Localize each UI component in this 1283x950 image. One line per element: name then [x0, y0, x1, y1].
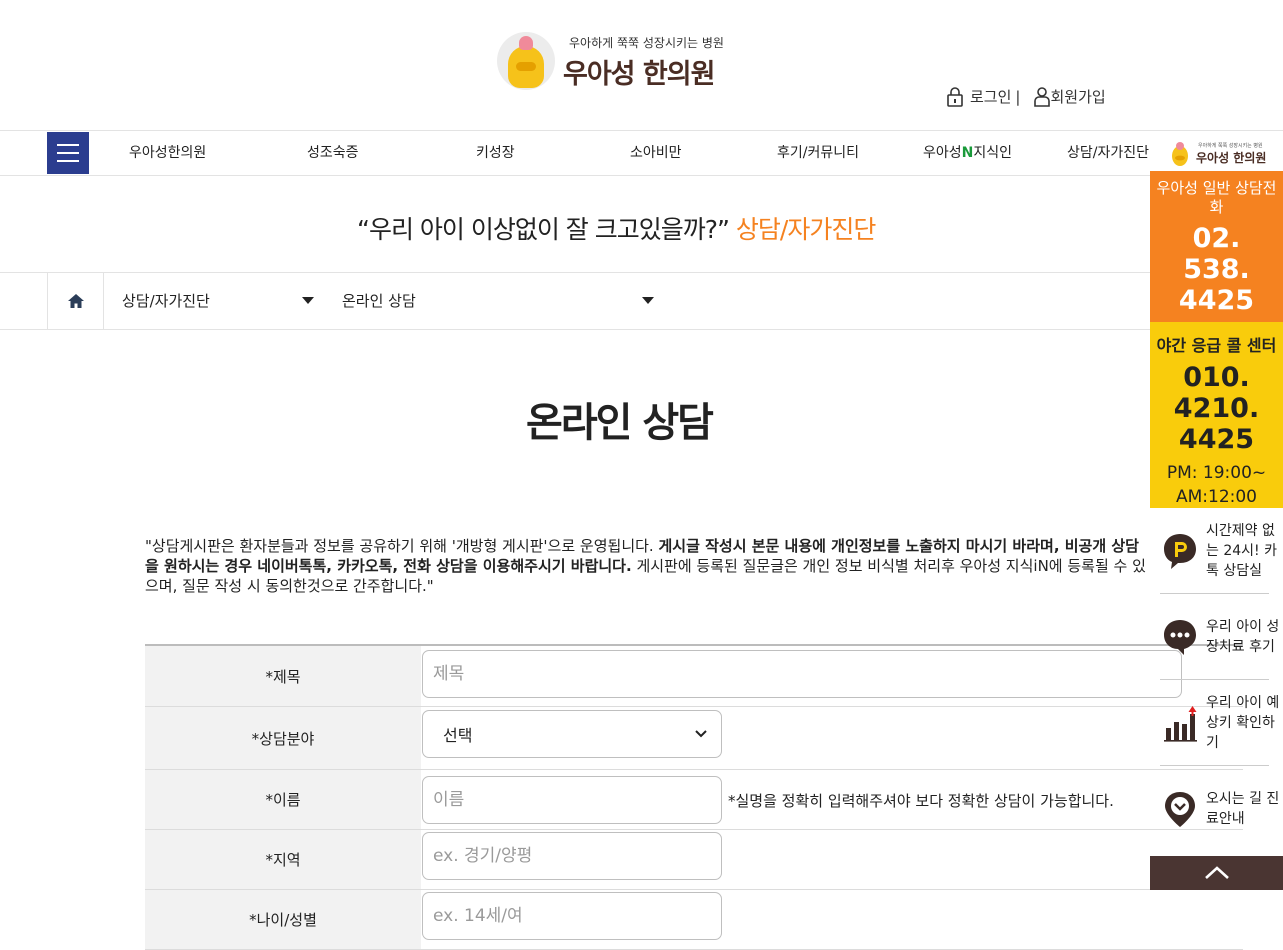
main-nav: 우아성한의원 성조숙증 키성장 소아비만 후기/커뮤니티 우아성N지식인 상담/…	[0, 131, 1283, 176]
night-hours: PM: 19:00~ AM:12:00	[1166, 463, 1267, 507]
location-pin-icon	[1165, 792, 1195, 827]
nav-item-reviews-community[interactable]: 후기/커뮤니티	[777, 131, 859, 175]
mini-logo-name: 우아성 한의원	[1196, 151, 1267, 165]
breadcrumb-level2-label: 온라인 상담	[342, 292, 416, 310]
side-item-kakao-consult[interactable]: 시간제약 없는 24시! 카톡 상담실	[1160, 508, 1277, 594]
signup-label: 회원가입	[1050, 88, 1106, 106]
speech-bubble-icon	[1164, 620, 1196, 655]
breadcrumb-level1-label: 상담/자가진단	[122, 292, 210, 310]
signup-link[interactable]: 회원가입	[1034, 86, 1106, 107]
age-gender-input[interactable]	[422, 892, 722, 940]
title-input[interactable]	[422, 650, 1182, 698]
banner-highlight: 상담/자가진단	[735, 215, 876, 244]
chevron-down-icon	[302, 297, 314, 304]
brand-logo[interactable]: 우아하게 쭉쭉 성장시키는 병원 우아성 한의원	[497, 30, 747, 94]
page-title: 온라인 상담	[526, 400, 714, 446]
form-row-region: *지역	[145, 830, 1243, 890]
side-item-growth-reviews[interactable]: 우리 아이 성장치료 후기	[1160, 594, 1279, 680]
board-notice: "상담게시판은 환자분들과 정보를 공유하기 위해 '개방형 게시판'으로 운영…	[145, 537, 1146, 595]
kakao-talk-icon	[1164, 534, 1196, 569]
nav-item-consult-selfcheck[interactable]: 상담/자가진단	[1067, 131, 1155, 175]
title-label: *제목	[145, 646, 421, 706]
scroll-top-button[interactable]	[1150, 856, 1283, 890]
night-phone: 010. 4210. 4425	[1173, 362, 1260, 455]
brand-name: 우아성 한의원	[563, 59, 715, 90]
lock-icon	[947, 86, 963, 107]
region-input[interactable]	[422, 832, 722, 880]
growth-chart-icon	[1164, 706, 1197, 742]
form-row-name: *이름 *실명을 정확히 입력해주셔야 보다 정확한 상담이 가능합니다.	[145, 770, 1243, 830]
category-label: *상담분야	[145, 707, 421, 769]
breadcrumb-home-button[interactable]	[47, 273, 104, 329]
breadcrumb: 상담/자가진단 온라인 상담	[0, 273, 1283, 330]
hamburger-icon	[57, 144, 79, 146]
hamburger-menu-button[interactable]	[47, 132, 89, 174]
nav-item-clinic[interactable]: 우아성한의원	[129, 131, 206, 175]
general-call-title: 우아성 일반 상담전화	[1156, 179, 1277, 216]
chevron-up-icon	[1204, 866, 1229, 879]
name-input[interactable]	[422, 776, 722, 824]
banner-headline: “우리 아이 이상없이 잘 크고있을까?” 상담/자가진단	[357, 210, 876, 246]
chevron-down-icon	[642, 297, 654, 304]
link-separator: |	[1015, 87, 1021, 106]
name-label: *이름	[145, 770, 421, 829]
consult-form: *제목 *상담분야 선택 *이름 *실명을 정확히 입력해주셔야 보다 정확한 …	[145, 644, 1243, 950]
login-label: 로그인	[970, 88, 1012, 106]
nav-item-height-growth[interactable]: 키성장	[476, 131, 515, 175]
duck-mascot-icon	[497, 32, 555, 90]
mini-duck-icon	[1172, 142, 1188, 166]
age-gender-label: *나이/성별	[145, 890, 421, 949]
category-selected-value: 선택	[443, 726, 473, 745]
nav-item-child-obesity[interactable]: 소아비만	[630, 131, 682, 175]
general-phone: 02. 538. 4425	[1178, 223, 1255, 316]
section-banner: “우리 아이 이상없이 잘 크고있을까?” 상담/자가진단	[0, 176, 1283, 273]
breadcrumb-level2-select[interactable]: 온라인 상담	[342, 273, 662, 329]
nav-item-precocious-puberty[interactable]: 성조숙증	[307, 131, 359, 175]
quick-side-panel: 우아성 일반 상담전화 02. 538. 4425 야간 응급 콜 센터 010…	[1150, 171, 1283, 891]
category-select[interactable]: 선택	[422, 710, 722, 758]
breadcrumb-level1-select[interactable]: 상담/자가진단	[122, 273, 322, 329]
side-item-directions[interactable]: 오시는 길 진료안내	[1160, 766, 1279, 852]
brand-tagline: 우아하게 쭉쭉 성장시키는 병원	[569, 36, 724, 50]
chevron-down-icon	[695, 730, 707, 738]
login-link[interactable]: 로그인	[946, 86, 1011, 107]
user-icon	[1034, 86, 1051, 107]
home-icon	[67, 294, 84, 308]
mini-logo-tagline: 우아하게 쭉쭉 성장시키는 병원	[1198, 143, 1263, 149]
banner-quote: “우리 아이 이상없이 잘 크고있을까?”	[357, 215, 730, 244]
form-row-category: *상담분야 선택	[145, 707, 1243, 770]
site-header: 우아하게 쭉쭉 성장시키는 병원 우아성 한의원 로그인 | 회원가입	[0, 0, 1283, 131]
mini-brand-logo[interactable]: 우아하게 쭉쭉 성장시키는 병원 우아성 한의원	[1168, 139, 1268, 169]
account-links: 로그인 | 회원가입	[946, 86, 1106, 107]
name-hint: *실명을 정확히 입력해주셔야 보다 정확한 상담이 가능합니다.	[728, 792, 1114, 810]
region-label: *지역	[145, 830, 421, 889]
form-row-title: *제목	[145, 646, 1243, 707]
night-call-box[interactable]: 야간 응급 콜 센터 010. 4210. 4425 PM: 19:00~ AM…	[1150, 322, 1283, 508]
side-item-height-prediction[interactable]: 우리 아이 예상키 확인하기	[1160, 680, 1279, 766]
general-call-box[interactable]: 우아성 일반 상담전화 02. 538. 4425	[1150, 171, 1283, 322]
night-call-title: 야간 응급 콜 센터	[1156, 336, 1277, 355]
nav-item-knowledge-in[interactable]: 우아성N지식인	[923, 131, 1012, 175]
form-row-age-gender: *나이/성별	[145, 890, 1243, 950]
